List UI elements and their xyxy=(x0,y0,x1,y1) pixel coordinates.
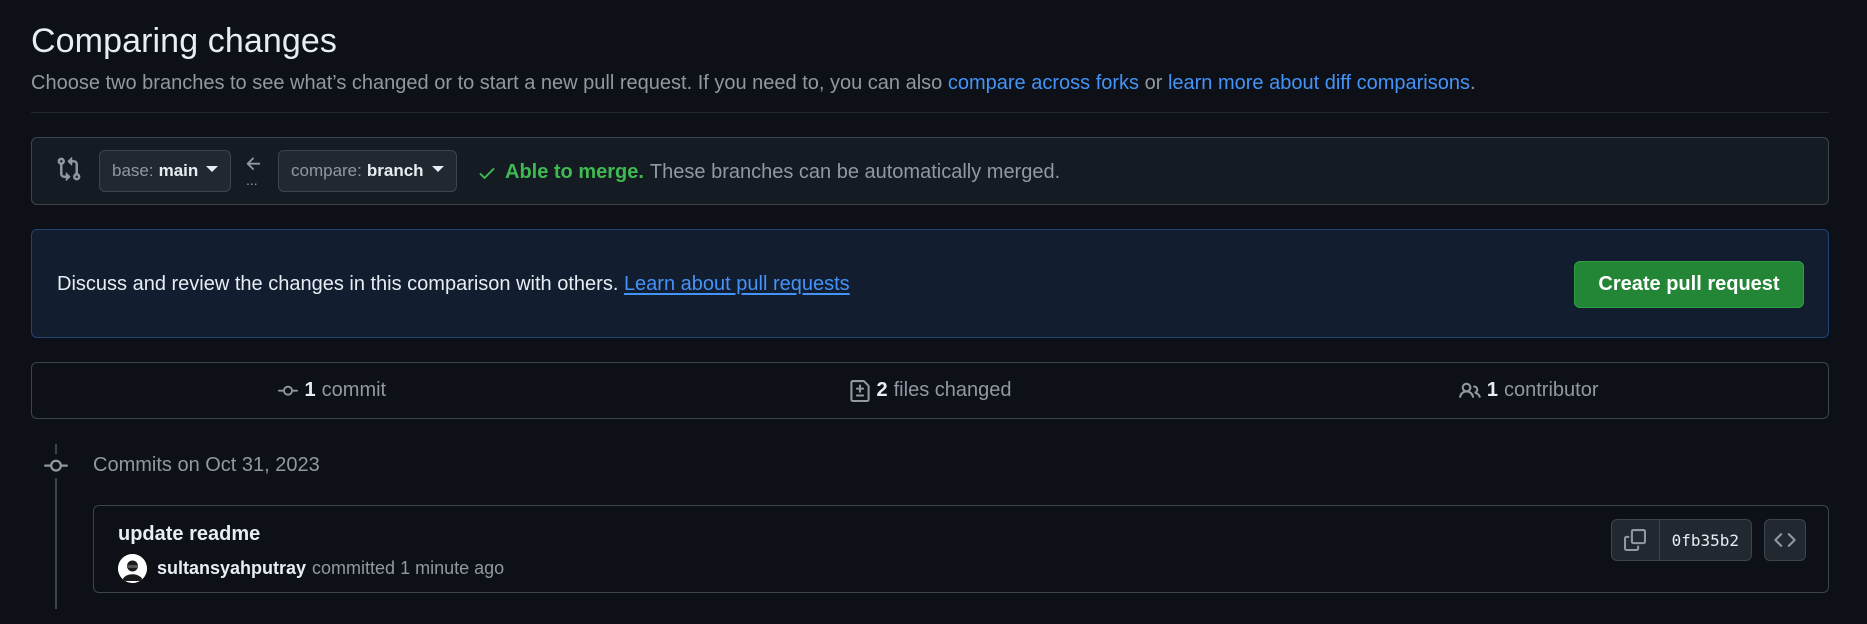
subtitle-text: Choose two branches to see what’s change… xyxy=(31,72,948,94)
subtitle-or: or xyxy=(1139,72,1168,94)
compare-bar: base: main ... compare: branch Able to m… xyxy=(31,137,1829,205)
create-pull-request-button[interactable]: Create pull request xyxy=(1574,261,1804,308)
merge-status-label: Able to merge. xyxy=(505,161,644,183)
discuss-text: Discuss and review the changes in this c… xyxy=(57,273,850,296)
commits-label: commit xyxy=(321,379,387,401)
copy-icon xyxy=(1624,529,1647,551)
subtitle-suffix: . xyxy=(1469,72,1476,94)
discuss-message: Discuss and review the changes in this c… xyxy=(57,273,624,295)
commit-meta: sultansyahputray committed 1 minute ago xyxy=(118,554,504,583)
direction-indicator: ... xyxy=(242,152,266,192)
discuss-banner: Discuss and review the changes in this c… xyxy=(31,229,1829,338)
commit-item: update readme sultansyahputray committed… xyxy=(93,505,1829,593)
avatar[interactable] xyxy=(118,554,147,583)
compare-branch-select[interactable]: compare: branch xyxy=(278,150,457,192)
git-compare-icon[interactable] xyxy=(56,156,82,182)
divider xyxy=(31,112,1829,113)
people-icon xyxy=(1458,382,1481,398)
commit-author-link[interactable]: sultansyahputray xyxy=(157,558,306,579)
commit-message-link[interactable]: update readme xyxy=(118,523,260,546)
files-label: files changed xyxy=(893,379,1012,401)
diff-comparisons-link[interactable]: learn more about diff comparisons xyxy=(1168,72,1470,94)
base-prefix: base: xyxy=(112,161,154,180)
page-subtitle: Choose two branches to see what’s change… xyxy=(31,72,1476,95)
caret-down-icon xyxy=(206,166,219,172)
browse-code-button[interactable] xyxy=(1764,519,1806,561)
file-diff-icon xyxy=(849,379,870,402)
contributors-label: contributor xyxy=(1503,379,1599,401)
merge-status: Able to merge. These branches can be aut… xyxy=(477,161,1060,184)
commits-date-heading: Commits on Oct 31, 2023 xyxy=(93,454,320,476)
compare-branch-name: branch xyxy=(366,161,424,180)
commits-stat[interactable]: 1 commit xyxy=(32,363,631,418)
compare-page: Comparing changes Choose two branches to… xyxy=(0,0,1867,624)
contributors-count: 1 xyxy=(1486,379,1498,401)
base-branch-name: main xyxy=(158,161,199,180)
comparison-stats: 1 commit 2 files changed 1 contributor xyxy=(31,362,1829,419)
copy-sha-button[interactable] xyxy=(1612,520,1660,560)
files-changed-stat[interactable]: 2 files changed xyxy=(631,363,1230,418)
commit-time: 1 minute ago xyxy=(400,558,505,578)
code-icon xyxy=(1774,533,1796,547)
base-branch-select[interactable]: base: main xyxy=(99,150,232,192)
compare-prefix: compare: xyxy=(291,161,362,180)
arrow-dots: ... xyxy=(246,172,258,188)
commit-action: committed xyxy=(312,558,396,578)
commits-count: 1 xyxy=(304,379,316,401)
git-commit-icon xyxy=(44,454,68,478)
contributors-stat[interactable]: 1 contributor xyxy=(1229,363,1828,418)
merge-status-description: These branches can be automatically merg… xyxy=(649,161,1061,183)
page-title: Comparing changes xyxy=(31,22,337,60)
caret-down-icon xyxy=(431,166,444,172)
check-icon xyxy=(479,167,495,179)
commit-sha-group: 0fb35b2 xyxy=(1610,519,1752,561)
arrow-left-icon xyxy=(246,157,261,170)
compare-forks-link[interactable]: compare across forks xyxy=(948,72,1139,94)
commit-sha-link[interactable]: 0fb35b2 xyxy=(1660,520,1751,560)
git-commit-icon xyxy=(277,385,298,396)
learn-pull-requests-link[interactable]: Learn about pull requests xyxy=(624,273,850,295)
files-count: 2 xyxy=(876,379,888,401)
